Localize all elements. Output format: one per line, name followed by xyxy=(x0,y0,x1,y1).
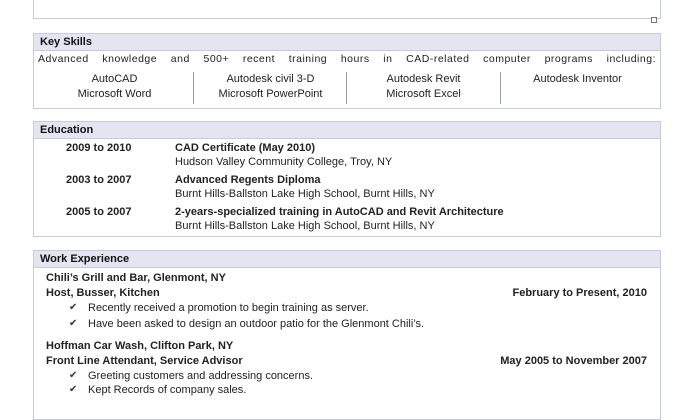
education-title: Advanced Regents Diploma xyxy=(175,174,321,186)
education-school: Burnt Hills-Ballston Lake High School, B… xyxy=(175,188,435,200)
education-school: Burnt Hills-Ballston Lake High School, B… xyxy=(175,220,435,232)
education-section: Education 2009 to 2010 CAD Certificate (… xyxy=(33,121,661,237)
skill-column: Autodesk Revit Microsoft Excel xyxy=(346,72,501,102)
education-years: 2003 to 2007 xyxy=(66,174,132,186)
work-experience-heading: Work Experience xyxy=(34,251,660,268)
job-bullet: Greeting customers and addressing concer… xyxy=(88,370,314,382)
education-heading: Education xyxy=(34,122,660,139)
check-icon: ✔ xyxy=(69,370,78,381)
job-employer: Hoffman Car Wash, Clifton Park, NY xyxy=(46,340,234,352)
skill-item: AutoCAD xyxy=(91,73,138,85)
job-bullet: Recently received a promotion to begin t… xyxy=(88,302,369,314)
job-dates: February to Present, 2010 xyxy=(512,287,647,299)
skill-item: Microsoft PowerPoint xyxy=(218,88,323,100)
education-title: CAD Certificate (May 2010) xyxy=(175,142,315,154)
job-role: Front Line Attendant, Service Advisor xyxy=(46,355,243,367)
job-bullet: Have been asked to design an outdoor pat… xyxy=(88,318,425,330)
check-icon: ✔ xyxy=(69,302,78,313)
job-role: Host, Busser, Kitchen xyxy=(46,287,160,299)
check-icon: ✔ xyxy=(69,318,78,329)
education-title: 2-years-specialized training in AutoCAD … xyxy=(175,206,504,218)
skill-column: AutoCAD Microsoft Word xyxy=(37,72,192,102)
resize-handle[interactable] xyxy=(651,17,657,23)
key-skills-section: Key Skills Advanced knowledge and 500+ r… xyxy=(33,33,661,109)
education-years: 2009 to 2010 xyxy=(66,142,132,154)
key-skills-heading: Key Skills xyxy=(34,34,660,51)
job-dates: May 2005 to November 2007 xyxy=(500,355,647,367)
job-employer: Chili’s Grill and Bar, Glenmont, NY xyxy=(46,272,226,284)
skill-item: Microsoft Excel xyxy=(386,88,461,100)
education-school: Hudson Valley Community College, Troy, N… xyxy=(175,156,393,168)
skill-item: Autodesk Revit xyxy=(386,73,461,85)
skill-item: Microsoft Word xyxy=(77,88,152,100)
job-bullet: Kept Records of company sales. xyxy=(88,384,247,396)
check-icon: ✔ xyxy=(69,384,78,395)
skills-intro: Advanced knowledge and 500+ recent train… xyxy=(38,53,656,65)
skill-column: Autodesk Inventor xyxy=(500,72,655,87)
previous-section-border xyxy=(33,0,661,19)
education-years: 2005 to 2007 xyxy=(66,206,132,218)
skill-item: Autodesk Inventor xyxy=(533,73,622,85)
work-experience-section: Work Experience Chili’s Grill and Bar, G… xyxy=(33,250,661,420)
skill-item: Autodesk civil 3-D xyxy=(226,73,315,85)
skill-column: Autodesk civil 3-D Microsoft PowerPoint xyxy=(193,72,348,102)
